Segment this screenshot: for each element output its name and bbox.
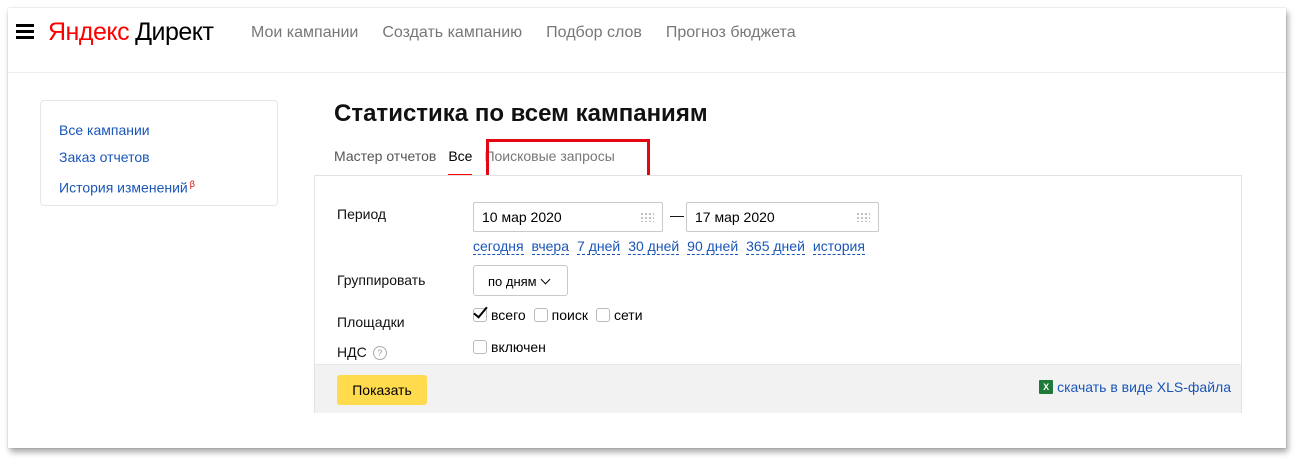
beta-badge: β <box>189 179 195 189</box>
platform-checkboxes: всего поиск сети <box>473 307 651 323</box>
vat-included-checkbox[interactable] <box>473 340 487 354</box>
hamburger-menu-icon[interactable] <box>16 24 34 40</box>
date-to-value: 17 мар 2020 <box>695 209 775 225</box>
logo-brand: Яндекс <box>48 18 130 46</box>
report-settings-panel: Период 10 мар 2020 — 17 мар 2020 сегодня… <box>314 175 1242 413</box>
platform-total-label: всего <box>491 307 526 323</box>
period-label: Период <box>337 206 387 222</box>
page-title: Статистика по всем кампаниям <box>334 100 708 127</box>
vat-option: включен <box>473 339 554 355</box>
nav-create-campaign[interactable]: Создать кампанию <box>382 24 522 42</box>
calendar-icon[interactable] <box>640 212 654 222</box>
date-range-dash: — <box>670 207 684 223</box>
vat-included-label: включен <box>491 339 546 355</box>
platform-networks-option[interactable]: сети <box>595 307 643 323</box>
group-by-value: по дням <box>488 274 537 289</box>
sidebar-item-label: История изменений <box>59 179 188 196</box>
download-xls-link[interactable]: X скачать в виде XLS-файла <box>1039 379 1231 395</box>
show-button[interactable]: Показать <box>337 375 427 405</box>
period-365-days-link[interactable]: 365 дней <box>746 238 805 255</box>
vat-label: НДС <box>337 344 367 360</box>
sidebar: Все кампании Заказ отчетов История измен… <box>40 100 278 206</box>
group-label: Группировать <box>337 272 426 288</box>
nav-my-campaigns[interactable]: Мои кампании <box>251 24 358 42</box>
date-from-input[interactable]: 10 мар 2020 <box>473 202 663 232</box>
group-by-select[interactable]: по дням <box>473 265 568 296</box>
platform-search-option[interactable]: поиск <box>533 307 588 323</box>
download-xls-label: скачать в виде XLS-файла <box>1057 379 1231 395</box>
platforms-label: Площадки <box>337 314 405 330</box>
vat-included-option[interactable]: включен <box>473 339 546 355</box>
platform-total-checkbox[interactable] <box>473 308 487 322</box>
sidebar-item-change-history[interactable]: История изменений β <box>59 171 277 202</box>
tab-search-queries[interactable]: Поисковые запросы <box>484 148 614 176</box>
quick-period-links: сегодня вчера 7 дней 30 дней 90 дней 365… <box>473 238 865 255</box>
date-to-input[interactable]: 17 мар 2020 <box>686 202 879 232</box>
logo-product: Директ <box>135 18 214 46</box>
nav-budget-forecast[interactable]: Прогноз бюджета <box>666 24 796 42</box>
nav-keyword-selection[interactable]: Подбор слов <box>546 24 642 42</box>
period-history-link[interactable]: история <box>812 238 865 255</box>
calendar-icon[interactable] <box>856 212 870 222</box>
sidebar-item-all-campaigns[interactable]: Все кампании <box>59 117 277 144</box>
app-window: Яндекс Директ Мои кампании Создать кампан… <box>8 8 1286 448</box>
panel-footer: Показать X скачать в виде XLS-файла <box>315 364 1241 413</box>
platform-total-option[interactable]: всего <box>473 307 526 323</box>
platform-networks-label: сети <box>613 307 643 323</box>
vat-row: НДС? <box>337 344 387 360</box>
period-7-days-link[interactable]: 7 дней <box>577 238 621 255</box>
sidebar-item-order-reports[interactable]: Заказ отчетов <box>59 144 277 171</box>
platform-search-checkbox[interactable] <box>533 308 548 322</box>
period-today-link[interactable]: сегодня <box>473 238 524 255</box>
logo[interactable]: Яндекс Директ <box>48 18 214 47</box>
chevron-down-icon <box>540 274 551 285</box>
date-from-value: 10 мар 2020 <box>482 209 562 225</box>
period-90-days-link[interactable]: 90 дней <box>687 238 739 255</box>
help-icon[interactable]: ? <box>372 346 387 360</box>
tab-all[interactable]: Все <box>448 148 473 176</box>
platform-networks-checkbox[interactable] <box>595 308 610 322</box>
tabs: Мастер отчетов Все Поисковые запросы <box>334 148 627 176</box>
top-nav: Мои кампании Создать кампанию Подбор сло… <box>251 24 796 42</box>
tab-report-wizard[interactable]: Мастер отчетов <box>334 148 436 176</box>
header: Яндекс Директ Мои кампании Создать кампан… <box>8 8 1286 73</box>
excel-file-icon: X <box>1039 380 1054 394</box>
period-30-days-link[interactable]: 30 дней <box>628 238 680 255</box>
period-yesterday-link[interactable]: вчера <box>531 238 570 255</box>
platform-search-label: поиск <box>551 307 588 323</box>
